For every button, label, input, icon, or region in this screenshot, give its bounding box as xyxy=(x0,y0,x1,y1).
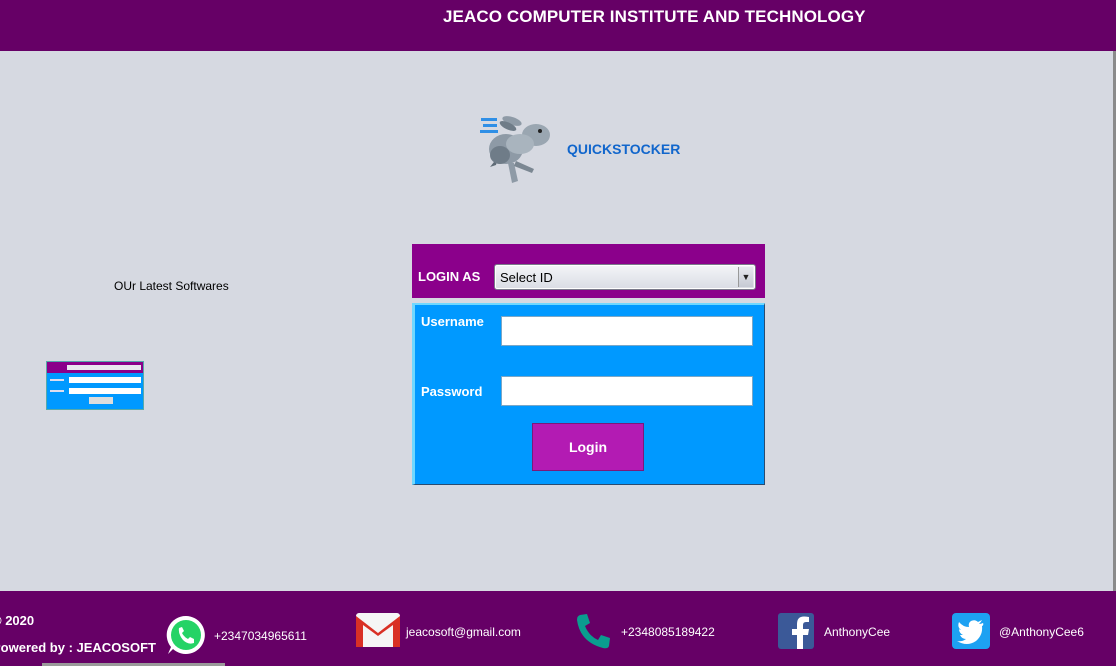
whatsapp-number: +2347034965611 xyxy=(214,629,307,643)
thumbnail-input xyxy=(69,388,141,394)
whatsapp-icon[interactable] xyxy=(165,614,207,656)
login-button[interactable]: Login xyxy=(532,423,644,471)
running-rabbit-icon xyxy=(480,116,550,183)
gmail-icon[interactable] xyxy=(355,612,401,648)
thumbnail-label xyxy=(50,390,64,392)
software-thumbnail[interactable] xyxy=(46,361,144,410)
role-select[interactable]: Select ID ▼ xyxy=(494,264,756,290)
thumbnail-input xyxy=(69,377,141,383)
page-title: JEACO COMPUTER INSTITUTE AND TECHNOLOGY xyxy=(443,7,866,26)
thumbnail-button xyxy=(89,397,113,404)
login-as-label: LOGIN AS xyxy=(418,269,481,284)
twitter-handle: @AnthonyCee6 xyxy=(999,625,1084,639)
footer: © 2020 Powered by : JEACOSOFT +234703496… xyxy=(0,591,1116,666)
latest-softwares-label: OUr Latest Softwares xyxy=(114,279,229,293)
login-role-bar: LOGIN AS Select ID ▼ xyxy=(412,244,765,298)
password-label: Password xyxy=(421,384,483,399)
password-input[interactable] xyxy=(501,376,753,406)
role-select-value: Select ID xyxy=(500,270,553,285)
thumbnail-select xyxy=(67,365,141,370)
powered-by-text: Powered by : JEACOSOFT xyxy=(0,640,156,655)
app-header: JEACO COMPUTER INSTITUTE AND TECHNOLOGY xyxy=(0,0,1116,51)
brand-name: QUICKSTOCKER xyxy=(567,141,681,157)
email-address: jeacosoft@gmail.com xyxy=(406,625,521,639)
thumbnail-label xyxy=(50,379,64,381)
copyright-text: © 2020 xyxy=(0,613,35,628)
username-input[interactable] xyxy=(501,316,753,346)
dropdown-arrow-icon[interactable]: ▼ xyxy=(738,267,753,287)
facebook-icon[interactable] xyxy=(778,613,814,649)
phone-number: +2348085189422 xyxy=(621,625,715,639)
facebook-handle: AnthonyCee xyxy=(824,625,891,639)
username-label: Username xyxy=(421,314,484,329)
twitter-icon[interactable] xyxy=(952,613,990,649)
phone-icon[interactable] xyxy=(575,612,611,650)
login-form: Username Password Login xyxy=(412,303,765,485)
